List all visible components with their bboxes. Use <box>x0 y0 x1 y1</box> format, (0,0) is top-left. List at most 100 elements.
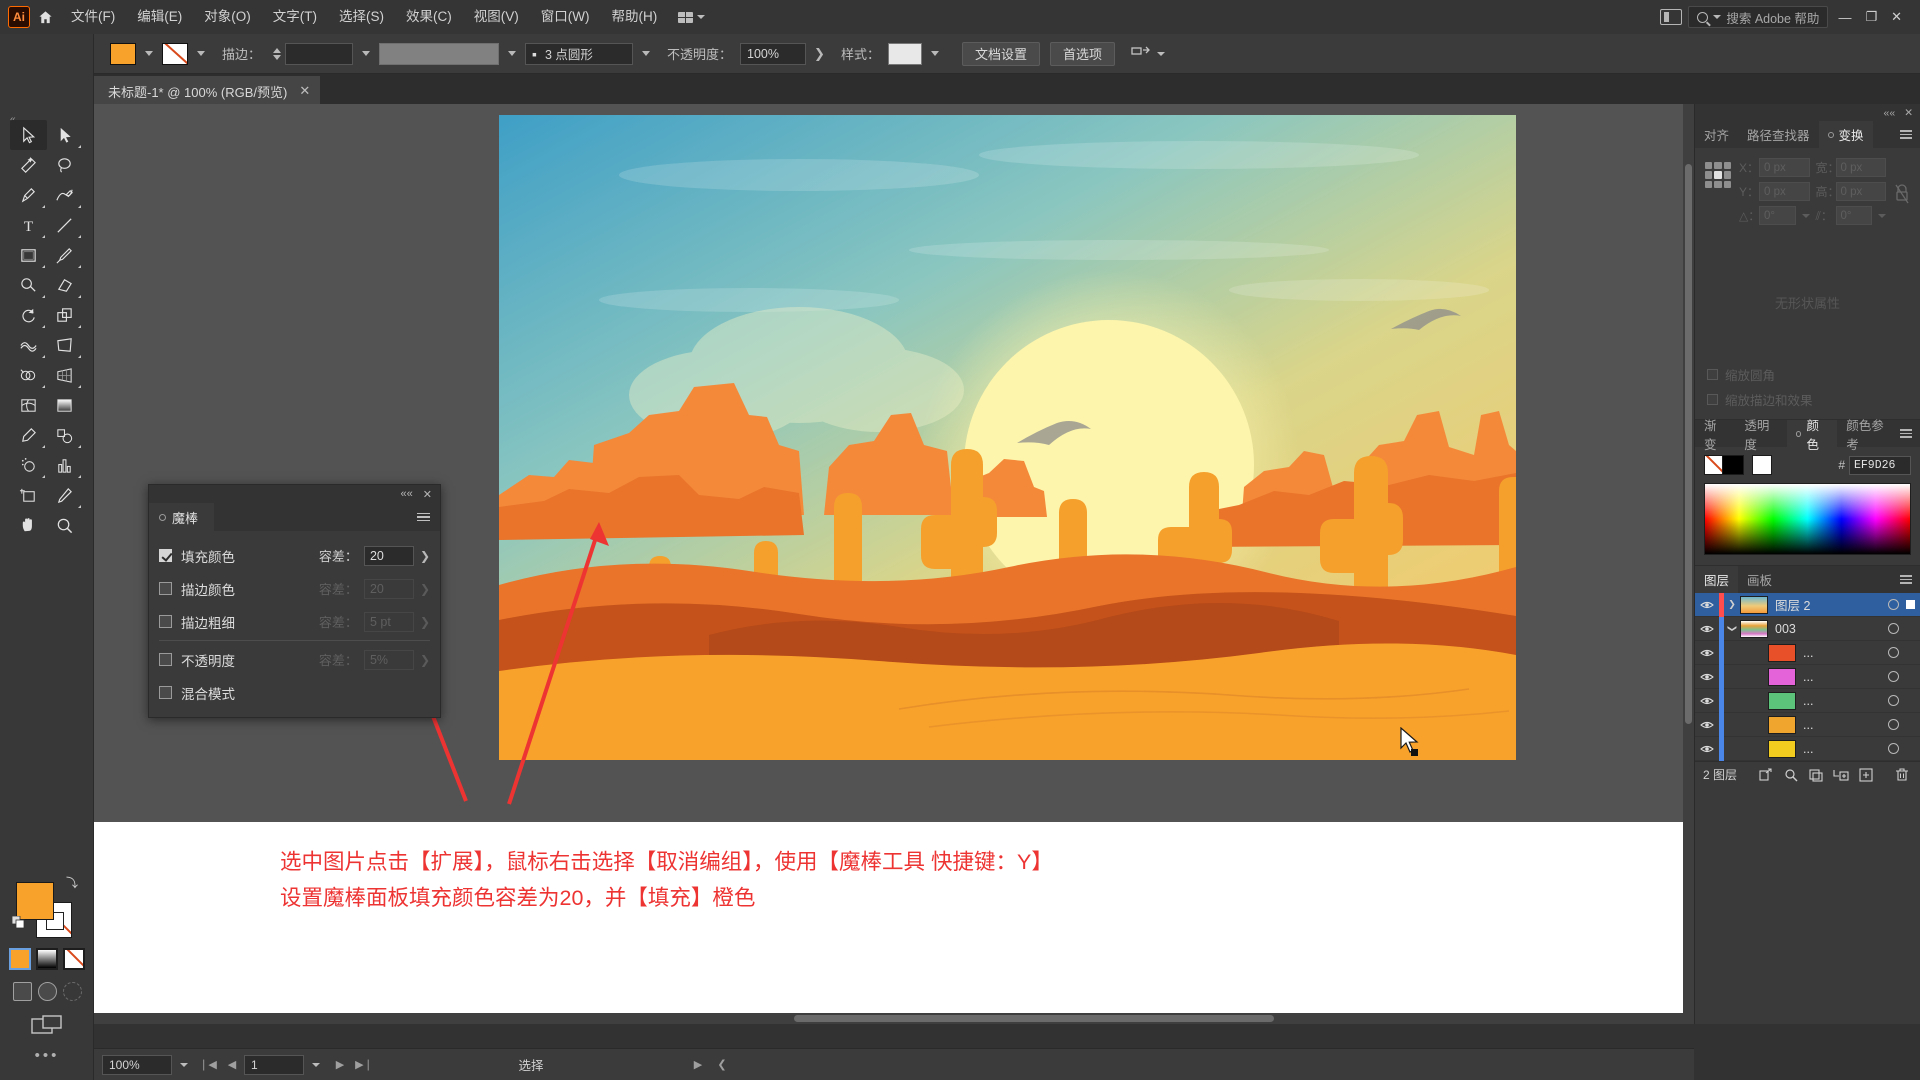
magic-wand-row-stroke-weight[interactable]: 描边粗细 容差： 5 pt ❯ <box>159 605 430 638</box>
tool-line-segment-tool[interactable] <box>47 210 84 240</box>
align-to-icon[interactable] <box>1131 46 1165 62</box>
layer-target-icon[interactable] <box>1880 623 1906 634</box>
layer-row-5[interactable]: ... <box>1695 712 1920 737</box>
stroke-profile-field[interactable]: ▪ 3 点圆形 <box>525 42 634 65</box>
layer-name[interactable]: 图层 2 <box>1775 595 1880 614</box>
layer-target-icon[interactable] <box>1880 719 1906 730</box>
document-tab[interactable]: 未标题-1* @ 100% (RGB/预览) ✕ <box>94 76 321 104</box>
preferences-button[interactable]: 首选项 <box>1049 41 1115 66</box>
layer-visibility-icon[interactable] <box>1695 600 1719 610</box>
layer-visibility-icon[interactable] <box>1695 672 1719 682</box>
layer-row-6[interactable]: ... <box>1695 736 1920 761</box>
workspace-switcher[interactable] <box>668 0 715 34</box>
color-black-swatch[interactable] <box>1722 455 1744 475</box>
magic-wand-row-stroke-color[interactable]: 描边颜色 容差： 20 ❯ <box>159 572 430 605</box>
tab-transform[interactable]: 变换 <box>1818 121 1873 148</box>
layer-visibility-icon[interactable] <box>1695 696 1719 706</box>
sublayer-name[interactable]: ... <box>1803 718 1880 732</box>
layers-menu-icon[interactable] <box>1900 566 1920 593</box>
tab-align[interactable]: 对齐 <box>1695 121 1738 148</box>
color-none-swatch[interactable] <box>1704 455 1724 475</box>
tool-rotate-tool[interactable] <box>10 300 47 330</box>
color-spectrum-picker[interactable] <box>1704 483 1911 555</box>
tool-symbol-sprayer-tool[interactable] <box>10 450 47 480</box>
sublayer-name[interactable]: ... <box>1803 670 1880 684</box>
stroke-tolerance-input[interactable]: 20 <box>363 578 414 599</box>
fill-stroke-control[interactable]: ⤵ <box>11 876 78 938</box>
tab-color[interactable]: 颜色 <box>1786 419 1838 452</box>
artboard-chevron-icon[interactable] <box>304 1053 328 1077</box>
tool-zoom-tool[interactable] <box>47 510 84 540</box>
opacity-expand-icon[interactable]: ❯ <box>806 46 833 62</box>
draw-normal-icon[interactable] <box>12 982 32 1001</box>
tool-blend-tool[interactable] <box>47 420 84 450</box>
magic-wand-panel[interactable]: «« ✕ 魔棒 填充颜色 容差： 20 ❯ 描边颜色 容差： 20 ❯ 描边粗细… <box>148 484 441 718</box>
layer-row-0[interactable]: ❯ 图层 2 <box>1695 592 1920 617</box>
shear-angle-input[interactable]: 0° <box>1835 206 1872 225</box>
fill-chevron-icon[interactable] <box>145 51 153 56</box>
make-clipping-mask-icon[interactable] <box>1803 762 1828 788</box>
layer-row-2[interactable]: ... <box>1695 640 1920 665</box>
fill-swatch-button[interactable] <box>110 42 136 65</box>
opacity-tolerance-input[interactable]: 5% <box>363 649 414 670</box>
menu-view[interactable]: 视图(V) <box>463 0 530 34</box>
fill-color-swatch[interactable] <box>16 882 54 920</box>
layer-row-1[interactable]: ❯ 003 <box>1695 616 1920 641</box>
tool-lasso-tool[interactable] <box>47 150 84 180</box>
color-fill-mode-button[interactable] <box>9 948 31 970</box>
tool-direct-selection-tool[interactable] <box>47 120 84 150</box>
magic-wand-menu-icon[interactable] <box>417 503 440 531</box>
stroke-style-field[interactable] <box>379 42 500 65</box>
layer-target-icon[interactable] <box>1880 695 1906 706</box>
tool-eyedropper-tool[interactable] <box>10 420 47 450</box>
menu-effect[interactable]: 效果(C) <box>395 0 463 34</box>
draw-inside-icon[interactable] <box>62 982 82 1001</box>
transform-menu-icon[interactable] <box>1900 121 1920 148</box>
weight-tolerance-input[interactable]: 5 pt <box>363 611 414 632</box>
tab-magic-wand[interactable]: 魔棒 <box>149 503 215 531</box>
tool-hand-tool[interactable] <box>10 510 47 540</box>
stroke-chevron-icon[interactable] <box>197 51 205 56</box>
sublayer-name[interactable]: ... <box>1803 742 1880 756</box>
transform-close-icon[interactable]: ✕ <box>1904 107 1913 119</box>
transform-h-input[interactable]: 0 px <box>1835 182 1886 201</box>
sublayer-name[interactable]: ... <box>1803 694 1880 708</box>
tool-pen-tool[interactable] <box>10 180 47 210</box>
close-icon[interactable]: ✕ <box>299 83 310 99</box>
constrain-proportions-icon[interactable] <box>1894 158 1910 230</box>
reference-point-selector[interactable] <box>1705 162 1731 188</box>
menu-type[interactable]: 文字(T) <box>262 0 328 34</box>
tool-column-graph-tool[interactable] <box>47 450 84 480</box>
stroke-style-chevron-icon[interactable] <box>508 51 517 56</box>
zoom-level-field[interactable]: 100% <box>102 1054 172 1075</box>
stroke-weight-stepper[interactable] <box>273 47 282 60</box>
color-fill-stroke-proxy[interactable] <box>1704 455 1746 475</box>
tool-selection-tool[interactable] <box>10 120 47 150</box>
home-icon[interactable] <box>30 0 60 34</box>
screen-mode-icon[interactable] <box>31 1015 63 1037</box>
magic-wand-close-icon[interactable]: ✕ <box>423 488 432 501</box>
stroke-color-checkbox[interactable] <box>159 582 172 595</box>
layer-disclosure-icon[interactable]: ❯ <box>1727 621 1738 637</box>
layer-name[interactable]: 003 <box>1775 622 1880 636</box>
fill-tolerance-input[interactable]: 20 <box>363 545 414 566</box>
tool-free-transform-tool[interactable] <box>47 330 84 360</box>
color-menu-icon[interactable] <box>1900 420 1920 447</box>
layer-disclosure-icon[interactable]: ❯ <box>1724 599 1740 610</box>
scale-strokes-checkbox[interactable] <box>1707 394 1718 405</box>
tab-color-guide[interactable]: 颜色参考 <box>1837 419 1900 452</box>
locate-object-icon[interactable] <box>1753 762 1778 788</box>
menu-object[interactable]: 对象(O) <box>193 0 262 34</box>
search-layer-icon[interactable] <box>1778 762 1803 788</box>
tool-type-tool[interactable]: T <box>10 210 47 240</box>
transform-w-input[interactable]: 0 px <box>1835 158 1886 177</box>
tool-shape-builder-tool[interactable] <box>10 360 47 390</box>
search-help-input[interactable]: 搜索 Adobe 帮助 <box>1688 6 1829 28</box>
tool-perspective-grid-tool[interactable] <box>47 360 84 390</box>
scale-corners-option[interactable]: 缩放圆角 <box>1695 362 1920 387</box>
shear-chevron-icon[interactable] <box>1878 213 1886 218</box>
tool-artboard-tool[interactable] <box>10 480 47 510</box>
magic-wand-row-fill-color[interactable]: 填充颜色 容差： 20 ❯ <box>159 539 430 572</box>
new-layer-icon[interactable] <box>1853 762 1878 788</box>
menu-help[interactable]: 帮助(H) <box>600 0 668 34</box>
